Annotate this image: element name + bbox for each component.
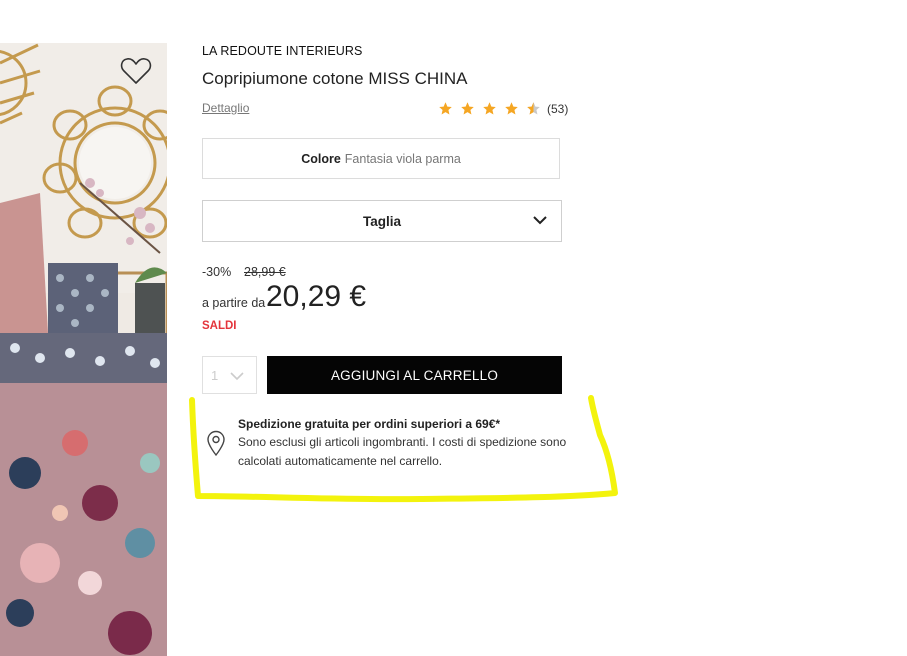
shipping-title: Spedizione gratuita per ordini superiori… xyxy=(238,417,501,431)
star-icon xyxy=(461,102,474,115)
quantity-value: 1 xyxy=(211,367,219,383)
location-pin-icon xyxy=(207,430,225,456)
old-price: 28,99 € xyxy=(244,265,286,279)
sale-badge: SALDI xyxy=(202,320,237,332)
quantity-select[interactable]: 1 xyxy=(202,356,257,394)
chevron-down-icon xyxy=(230,372,244,381)
add-to-cart-button[interactable]: AGGIUNGI AL CARRELLO xyxy=(267,356,562,394)
size-select[interactable]: Taglia xyxy=(202,200,562,242)
color-value: Fantasia viola parma xyxy=(344,151,461,166)
product-title: Copripiumone cotone MISS CHINA xyxy=(202,69,468,88)
product-brand: LA REDOUTE INTERIEURS xyxy=(202,44,363,58)
wishlist-button[interactable] xyxy=(120,56,152,86)
size-label: Taglia xyxy=(362,213,401,229)
product-image xyxy=(0,43,167,656)
chevron-down-icon xyxy=(533,216,547,225)
discount-badge: -30% xyxy=(202,265,232,279)
shipping-description: Sono esclusi gli articoli ingombranti. I… xyxy=(238,435,567,468)
star-icon xyxy=(505,102,518,115)
star-half-icon xyxy=(527,102,540,115)
star-icon xyxy=(483,102,496,115)
price-from-label: a partire da xyxy=(202,296,266,310)
color-selector[interactable]: Colore Fantasia viola parma xyxy=(202,138,560,179)
star-icon xyxy=(439,102,452,115)
detail-link[interactable]: Dettaglio xyxy=(202,101,249,115)
current-price: 20,29 € xyxy=(266,280,367,313)
color-label: Colore xyxy=(301,151,341,166)
heart-icon xyxy=(120,58,152,84)
rating-count: (53) xyxy=(547,101,569,116)
rating[interactable]: (53) xyxy=(438,101,568,116)
